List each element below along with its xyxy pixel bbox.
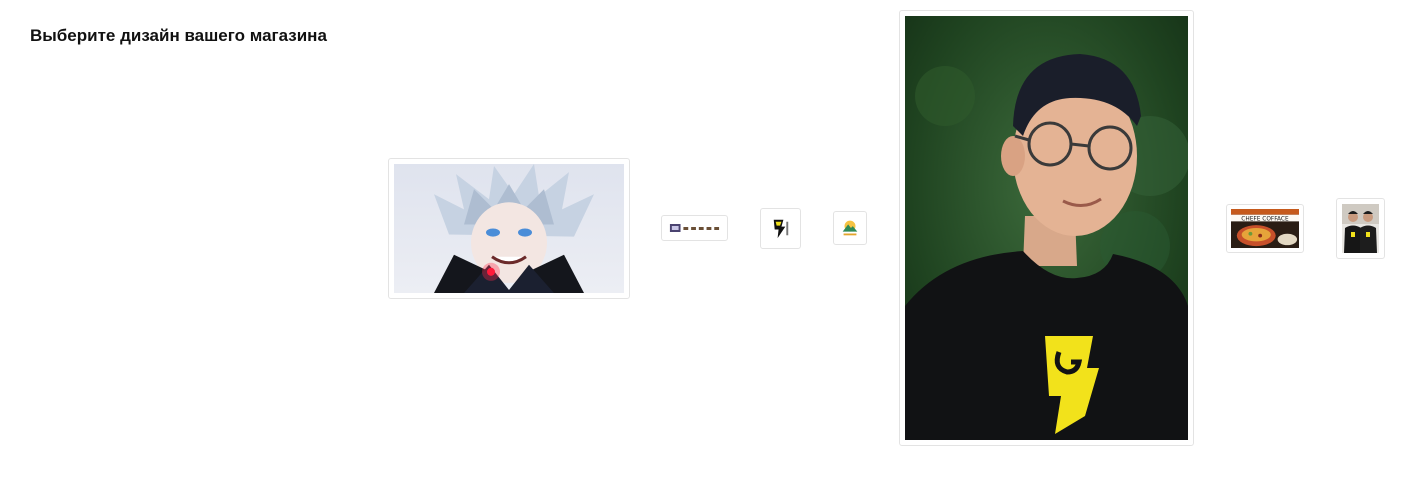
two-people-photo-thumbnail xyxy=(1342,204,1379,253)
design-option-food-banner[interactable]: CHEFE COFFACE xyxy=(1226,204,1304,253)
design-option-portrait[interactable] xyxy=(899,10,1194,446)
bolt-logo-thumbnail xyxy=(766,214,795,243)
food-banner-thumbnail: CHEFE COFFACE xyxy=(1231,209,1299,248)
mountain-logo-thumbnail xyxy=(839,217,861,239)
design-option-bolt-logo[interactable] xyxy=(760,208,801,249)
design-option-team-photo[interactable] xyxy=(1336,198,1385,259)
banner-strip-thumbnail xyxy=(668,220,721,236)
design-option-banner[interactable] xyxy=(661,215,728,241)
design-option-mountain-logo[interactable] xyxy=(833,211,867,245)
design-option-anime[interactable] xyxy=(388,158,630,299)
anime-character-thumbnail xyxy=(394,164,624,293)
portrait-photo-thumbnail xyxy=(905,16,1188,440)
page-title: Выберите дизайн вашего магазина xyxy=(30,26,327,45)
food-banner-caption: CHEFE COFFACE xyxy=(1241,216,1289,222)
